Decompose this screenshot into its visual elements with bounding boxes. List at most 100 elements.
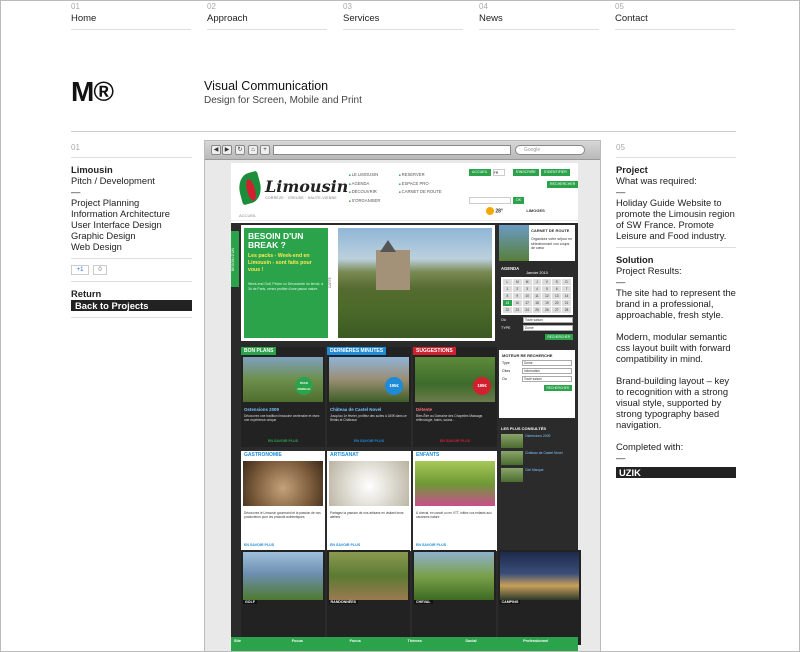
calendar-day: 17 bbox=[522, 300, 532, 306]
nav-item-home[interactable]: 01 Home bbox=[71, 2, 207, 30]
form-label: TYPE bbox=[501, 326, 511, 330]
site-top-controls: ACCUEIL FR S'INSCRIRE S'IDENTIFIER bbox=[469, 169, 570, 176]
hero-text: BESOIN D'UN BREAK ? Les packs - Week-end… bbox=[244, 228, 328, 338]
browser-search: Google bbox=[515, 145, 585, 155]
calendar-day: 14 bbox=[562, 293, 571, 299]
card-tag: GASTRONOMIE bbox=[244, 452, 282, 458]
castle-image bbox=[376, 240, 410, 290]
service-item: Graphic Design bbox=[71, 230, 136, 241]
menu-item: S'ORGANISER bbox=[349, 197, 381, 206]
activity-card: GOLF bbox=[241, 550, 325, 645]
most-viewed-title: LES PLUS CONSULTÉS bbox=[501, 426, 547, 431]
url-bar bbox=[273, 145, 511, 155]
site-logo[interactable]: M® bbox=[71, 76, 114, 108]
form-label: Ou bbox=[502, 377, 507, 381]
nav-link-home[interactable]: Home bbox=[71, 12, 191, 30]
activity-label: CHEVAL bbox=[414, 600, 433, 604]
form-row: Où Toute saison bbox=[501, 317, 573, 323]
thumbnail bbox=[501, 451, 523, 465]
card-description: Jusqu'au 1e février, profitez des suites… bbox=[330, 414, 407, 422]
lang-select: FR bbox=[492, 169, 505, 176]
back-arrow-icon: ◀ bbox=[211, 145, 221, 155]
carnet-image bbox=[499, 225, 529, 261]
result-text: Modern, modular semantic css layout buil… bbox=[616, 331, 731, 364]
card-description: À cheval, en canoë ou en VTT, initiez vo… bbox=[416, 511, 492, 519]
form-label: Cites bbox=[502, 369, 511, 373]
form-select: Dome bbox=[522, 360, 572, 366]
nav-link-contact[interactable]: Contact bbox=[615, 12, 735, 30]
plus-icon: + bbox=[260, 145, 270, 155]
nav-number: 02 bbox=[207, 2, 216, 11]
calendar-day: 22 bbox=[503, 307, 512, 313]
tagline-title: Visual Communication bbox=[204, 79, 329, 93]
divider bbox=[71, 281, 192, 282]
activity-card: CAMPING bbox=[497, 550, 581, 645]
menu-item: LE LIMOUSIN bbox=[349, 171, 380, 180]
menu-item: DÉCOUVRIR bbox=[349, 188, 380, 197]
project-type: Pitch / Development bbox=[71, 175, 155, 186]
card-more-link: EN SAVOIR PLUS bbox=[267, 439, 299, 443]
footer-item: Social bbox=[465, 639, 477, 643]
service-item: Project Planning bbox=[71, 197, 140, 208]
logo-word: Limousin bbox=[265, 177, 349, 196]
menu-item: AGENDA bbox=[349, 180, 380, 189]
dash: — bbox=[616, 452, 626, 463]
most-viewed-label: Château de Castel Novel bbox=[525, 451, 563, 455]
solution-heading: Solution bbox=[616, 254, 654, 265]
calendar-day: 25 bbox=[532, 307, 542, 313]
most-viewed-box: LES PLUS CONSULTÉS Ostensions 2009 Châte… bbox=[499, 424, 575, 484]
offer-card: DERNIÈRES MINUTES 195€ Château de Castel… bbox=[327, 347, 411, 447]
most-viewed-item: Ostensions 2009 bbox=[501, 434, 573, 448]
card-tag: BON PLANS bbox=[241, 347, 277, 355]
google-plus-button[interactable]: +1 bbox=[71, 265, 89, 275]
partner-badge[interactable]: UZIK bbox=[616, 467, 736, 478]
menu-item: RESERVER bbox=[399, 171, 442, 180]
breadcrumb: ACCUEIL bbox=[239, 213, 257, 218]
project-screenshot: ◀ ▶ ↻ ⌂ + Google Limousin CORRÈZE · CREU… bbox=[204, 140, 601, 652]
calendar-day: 13 bbox=[552, 293, 562, 299]
hero-subtitle: Les packs - Week-end en Limousin - sont … bbox=[248, 253, 312, 273]
activity-label: GOLF bbox=[243, 600, 257, 604]
nav-link-news[interactable]: News bbox=[479, 12, 599, 30]
nav-item-news[interactable]: 04 News bbox=[479, 2, 615, 30]
calendar-day: J bbox=[532, 279, 542, 285]
nav-link-services[interactable]: Services bbox=[343, 12, 463, 30]
form-select: Toute saison bbox=[523, 317, 573, 323]
project-details-column: 05 Project What was required: — Holiday … bbox=[616, 142, 736, 478]
tagline: Visual Communication Design for Screen, … bbox=[204, 79, 362, 106]
calendar-day: V bbox=[542, 279, 552, 285]
hero-title: BESOIN D'UN BREAK ? bbox=[248, 231, 304, 250]
nav-item-services[interactable]: 03 Services bbox=[343, 2, 479, 30]
card-tag: SUGGESTIONS bbox=[413, 347, 456, 355]
calendar-day: 20 bbox=[552, 300, 562, 306]
offers-row: BON PLANS PACK FAMILLE Ostensions 2009 D… bbox=[241, 347, 497, 447]
site-header: Limousin CORRÈZE · CREUSE · HAUTE-VIENNE… bbox=[231, 163, 579, 221]
result-text: Brand-building layout – key to recogniti… bbox=[616, 375, 730, 430]
activities-row: GOLF RANDONNÉES CHEVAL CAMPING bbox=[241, 550, 581, 645]
site-footer: Site Focus Focus Thèmes Social Professio… bbox=[231, 637, 578, 651]
project-name: Limousin bbox=[71, 164, 113, 175]
weather-city: LIMOGES bbox=[526, 208, 545, 214]
project-info-column: 01 Limousin Pitch / Development — Projec… bbox=[71, 142, 192, 324]
calendar-day: 28 bbox=[562, 307, 571, 313]
main-nav: 01 Home 02 Approach 03 Services 04 News … bbox=[71, 2, 737, 30]
card-more-link: EN SAVOIR PLUS bbox=[439, 439, 471, 443]
calendar-day: D bbox=[562, 279, 571, 285]
sun-icon bbox=[486, 207, 494, 215]
activity-card: RANDONNÉES bbox=[326, 550, 410, 645]
activity-card: CHEVAL bbox=[412, 550, 496, 645]
column-number: 05 bbox=[616, 143, 625, 152]
service-item: User Interface Design bbox=[71, 219, 162, 230]
activity-label: CAMPING bbox=[499, 600, 521, 604]
calendar-day: 27 bbox=[552, 307, 562, 313]
nav-item-contact[interactable]: 05 Contact bbox=[615, 2, 751, 30]
share-count: 0 bbox=[93, 265, 107, 275]
nav-link-approach[interactable]: Approach bbox=[207, 12, 327, 30]
nav-item-approach[interactable]: 02 Approach bbox=[207, 2, 343, 30]
search-engine-button: RECHERCHER bbox=[543, 385, 572, 391]
calendar-day: 19 bbox=[542, 300, 552, 306]
calendar-grid: L M M J V S D 1 2 3 4 5 6 7 8 9 10 11 12 13 14 15 16 17 18 19 20 21… bbox=[501, 277, 573, 315]
back-to-projects-button[interactable]: Back to Projects bbox=[71, 300, 192, 311]
card-image bbox=[414, 552, 494, 600]
most-viewed-item: Cité Marque bbox=[501, 468, 573, 482]
